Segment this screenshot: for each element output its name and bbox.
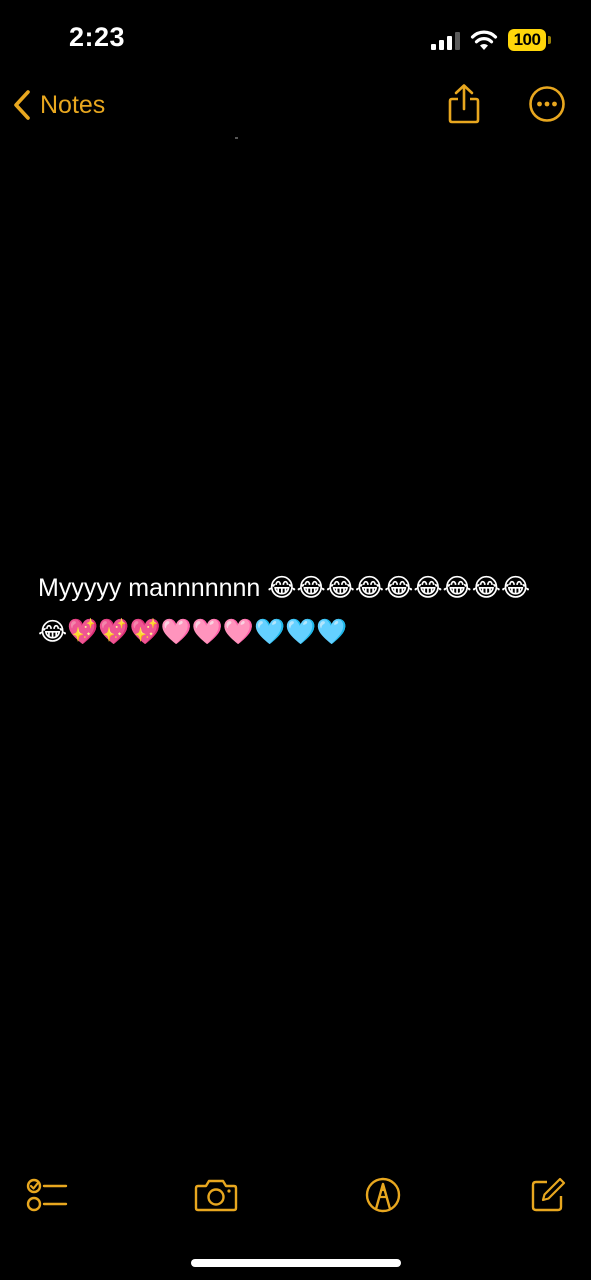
home-indicator[interactable]: [191, 1259, 401, 1267]
camera-button[interactable]: [193, 1172, 239, 1218]
battery-level: 100: [508, 29, 546, 51]
back-button-label: Notes: [40, 90, 106, 119]
cellular-signal-icon: [431, 30, 460, 50]
checklist-button[interactable]: [24, 1172, 70, 1218]
share-icon: [448, 84, 480, 124]
battery-indicator: 100: [508, 29, 551, 51]
checklist-icon: [26, 1178, 68, 1212]
battery-cap: [548, 36, 551, 44]
chevron-left-icon: [14, 90, 30, 120]
scroll-marker: [235, 137, 238, 139]
compose-button[interactable]: [525, 1172, 571, 1218]
wifi-icon: [470, 30, 498, 50]
ellipsis-circle-icon: [529, 86, 565, 122]
status-bar: 2:23 100: [0, 0, 591, 80]
share-button[interactable]: [442, 82, 486, 126]
back-button[interactable]: Notes: [12, 86, 105, 124]
markup-button[interactable]: [360, 1172, 406, 1218]
status-indicators: 100: [431, 28, 551, 52]
bottom-toolbar: [0, 1170, 591, 1220]
compose-icon: [531, 1177, 566, 1212]
navigation-bar: Notes: [0, 80, 591, 130]
more-button[interactable]: [525, 82, 569, 126]
markup-pen-icon: [365, 1177, 401, 1213]
camera-icon: [194, 1179, 238, 1212]
status-time: 2:23: [69, 22, 126, 52]
note-body-text[interactable]: Myyyyy mannnnnnn 😂😂😂😂😂😂😂😂😂😂💖💖💖🩷🩷🩷🩵🩵🩵: [38, 566, 548, 654]
